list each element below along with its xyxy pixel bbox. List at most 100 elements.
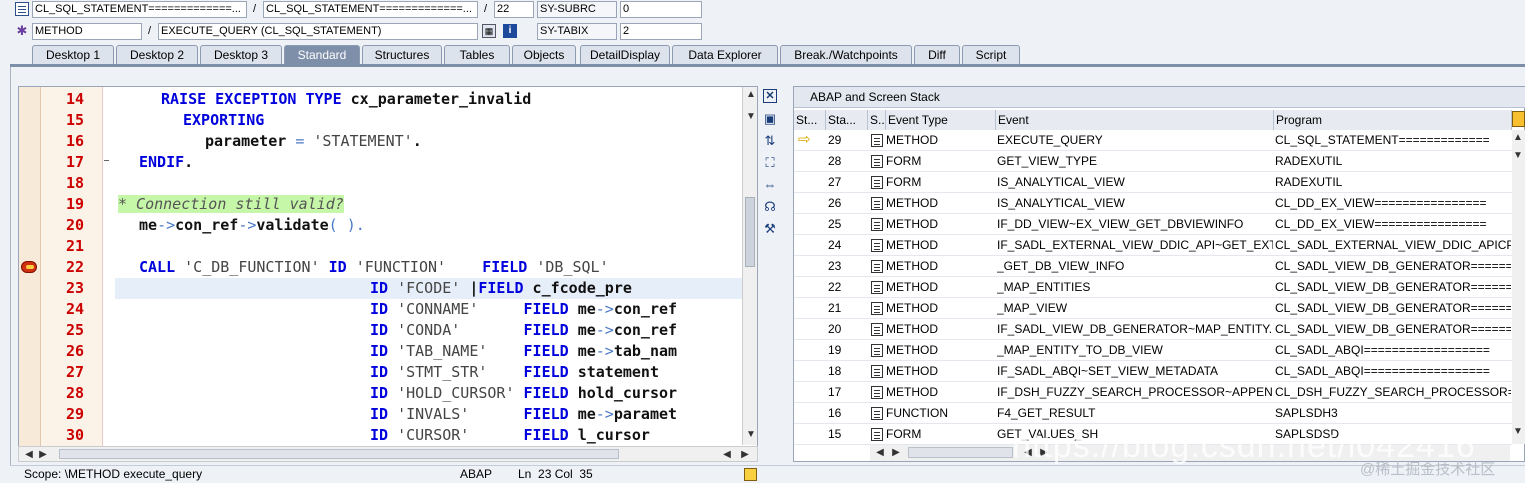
scroll-down-icon[interactable]: ▼ — [743, 427, 759, 443]
scroll-up-icon[interactable]: ▲ — [743, 87, 759, 103]
stack-row[interactable]: 25 METHOD IF_DD_VIEW~EX_VIEW_GET_DBVIEWINF… — [794, 214, 1512, 235]
scroll-left-icon[interactable]: ◀ — [872, 445, 888, 461]
new-window-icon[interactable]: ▣ — [760, 110, 780, 128]
code-line[interactable]: parameter = 'STATEMENT'. — [205, 131, 742, 152]
sy-tabix-value-field[interactable]: 2 — [620, 23, 702, 40]
tab-standard[interactable]: Standard — [284, 45, 360, 65]
scroll-up-icon[interactable]: ▲ — [1510, 130, 1525, 146]
code-line[interactable]: ID 'INVALS' FIELD me->paramet — [370, 404, 742, 425]
stack-vertical-scrollbar[interactable]: ▲ ▼ ▼ — [1512, 130, 1525, 444]
grid-icon[interactable]: ▦ — [482, 24, 496, 38]
tab-structures[interactable]: Structures — [362, 45, 442, 65]
code-line[interactable]: EXPORTING — [183, 110, 742, 131]
source-code-icon[interactable] — [871, 134, 883, 147]
source-code-icon[interactable] — [871, 176, 883, 189]
source-code-icon[interactable] — [871, 239, 883, 252]
column-header[interactable]: Program — [1274, 110, 1512, 130]
breakpoint-icon[interactable] — [21, 261, 37, 273]
stack-row[interactable]: 21 METHOD _MAP_VIEW CL_SADL_VIEW_DB_GENERAT… — [794, 298, 1512, 319]
main-program-field[interactable]: CL_SQL_STATEMENT=============... — [32, 1, 247, 18]
column-header[interactable]: Sta... — [826, 110, 868, 130]
stack-row[interactable]: 23 METHOD _GET_DB_VIEW_INFO CL_SADL_VIEW_DB… — [794, 256, 1512, 277]
code-vertical-scrollbar[interactable]: ▲ ▼ ▼ — [742, 87, 757, 445]
stack-row[interactable]: 16 FUNCTION F4_GET_RESULT SAPLSDH3 — [794, 403, 1512, 424]
column-header[interactable]: St... — [794, 110, 826, 130]
code-horizontal-scrollbar[interactable]: ◀ ▶ ◀ ▶ — [18, 446, 758, 462]
tab-diff[interactable]: Diff — [914, 45, 960, 65]
close-icon[interactable]: ✕ — [763, 89, 777, 103]
maximize-icon[interactable]: ⛶ — [760, 154, 780, 172]
column-header[interactable]: Event Type — [886, 110, 996, 130]
line-number-field[interactable]: 22 — [494, 1, 534, 18]
code-line[interactable]: ID 'STMT_STR' FIELD statement — [370, 362, 742, 383]
resize-icon[interactable]: ⇔ — [760, 176, 780, 194]
stack-row[interactable]: 28 FORM GET_VIEW_TYPE RADEXUTIL — [794, 151, 1512, 172]
source-code-icon[interactable] — [871, 407, 883, 420]
stack-row[interactable]: 18 METHOD IF_SADL_ABQI~SET_VIEW_METADATA CL… — [794, 361, 1512, 382]
stack-row[interactable]: ⇨ 29 METHOD EXECUTE_QUERY CL_SQL_STATEMENT==… — [794, 130, 1512, 151]
tab-break-watchpoints[interactable]: Break./Watchpoints — [780, 45, 912, 65]
fold-marker[interactable] — [104, 160, 109, 161]
tab-desktop-1[interactable]: Desktop 1 — [32, 45, 114, 65]
code-line[interactable]: * Connection still valid? — [118, 194, 742, 215]
source-code-icon[interactable] — [871, 323, 883, 336]
code-line[interactable]: ID 'CURSOR' FIELD l_cursor — [370, 425, 742, 446]
scroll-down-icon[interactable]: ▼ — [1510, 148, 1525, 164]
column-header[interactable]: S... — [868, 110, 886, 130]
source-code-icon[interactable] — [871, 386, 883, 399]
code-line[interactable]: me->con_ref->validate( ). — [139, 215, 742, 236]
sy-subrc-value-field[interactable]: 0 — [620, 1, 702, 18]
code-line[interactable]: ID 'FCODE' |FIELD c_fcode_pre — [370, 278, 742, 299]
scroll-right-icon[interactable]: ▶ — [35, 447, 51, 463]
code-line[interactable]: ID 'TAB_NAME' FIELD me->tab_nam — [370, 341, 742, 362]
source-code-icon[interactable] — [871, 344, 883, 357]
column-header[interactable]: Event — [996, 110, 1274, 130]
headset-icon[interactable]: ☊ — [760, 198, 780, 216]
code-line[interactable]: ENDIF. — [139, 152, 742, 173]
tab-desktop-2[interactable]: Desktop 2 — [116, 45, 198, 65]
scroll-down-icon[interactable]: ▼ — [1510, 424, 1525, 440]
stack-row[interactable]: 22 METHOD _MAP_ENTITIES CL_SADL_VIEW_DB_GEN… — [794, 277, 1512, 298]
source-code-icon[interactable] — [871, 365, 883, 378]
line-number: 20 — [65, 216, 84, 234]
notes-icon[interactable] — [744, 468, 757, 481]
stack-row[interactable]: 26 METHOD IS_ANALYTICAL_VIEW CL_DD_EX_VIEW=… — [794, 193, 1512, 214]
source-code-icon[interactable] — [871, 281, 883, 294]
include-field[interactable]: CL_SQL_STATEMENT=============... — [263, 1, 478, 18]
scroll-thumb[interactable] — [908, 447, 1013, 458]
info-icon[interactable]: i — [503, 24, 517, 38]
stack-row[interactable]: 20 METHOD IF_SADL_VIEW_DB_GENERATOR~MAP_EN… — [794, 319, 1512, 340]
code-line[interactable]: ID 'HOLD_CURSOR' FIELD hold_cursor — [370, 383, 742, 404]
tab-detaildisplay[interactable]: DetailDisplay — [580, 45, 670, 65]
code-line[interactable]: ID 'CONDA' FIELD me->con_ref — [370, 320, 742, 341]
stack-row[interactable]: 17 METHOD IF_DSH_FUZZY_SEARCH_PROCESSOR~AP… — [794, 382, 1512, 403]
source-code-icon[interactable] — [871, 260, 883, 273]
code-line[interactable]: ID 'CONNAME' FIELD me->con_ref — [370, 299, 742, 320]
event-type-field[interactable]: METHOD — [32, 23, 142, 40]
tools-icon[interactable]: ⚒ — [760, 220, 780, 238]
scroll-right-icon[interactable]: ▶ — [737, 447, 753, 463]
scroll-thumb[interactable] — [59, 449, 619, 459]
stack-row[interactable]: 24 METHOD IF_SADL_EXTERNAL_VIEW_DDIC_API~G… — [794, 235, 1512, 256]
stack-row[interactable]: 27 FORM IS_ANALYTICAL_VIEW RADEXUTIL — [794, 172, 1512, 193]
tab-desktop-3[interactable]: Desktop 3 — [200, 45, 282, 65]
swap-icon[interactable]: ⇅ — [760, 132, 780, 150]
scroll-thumb[interactable] — [745, 197, 755, 267]
source-code-icon[interactable] — [871, 428, 883, 441]
source-code-icon[interactable] — [871, 155, 883, 168]
source-code-icon[interactable] — [871, 302, 883, 315]
tab-tables[interactable]: Tables — [444, 45, 510, 65]
code-line[interactable]: CALL 'C_DB_FUNCTION' ID 'FUNCTION' FIELD… — [139, 257, 742, 278]
tab-data-explorer[interactable]: Data Explorer — [672, 45, 778, 65]
scroll-left-icon[interactable]: ◀ — [719, 447, 735, 463]
stack-row[interactable]: 19 METHOD _MAP_ENTITY_TO_DB_VIEW CL_SADL_AB… — [794, 340, 1512, 361]
event-field[interactable]: EXECUTE_QUERY (CL_SQL_STATEMENT) — [158, 23, 478, 40]
tab-script[interactable]: Script — [962, 45, 1020, 65]
tab-objects[interactable]: Objects — [512, 45, 576, 65]
source-code-icon[interactable] — [871, 197, 883, 210]
column-settings-icon[interactable] — [1512, 111, 1525, 127]
source-code-icon[interactable] — [871, 218, 883, 231]
scroll-right-icon[interactable]: ▶ — [888, 445, 904, 461]
scroll-down-icon[interactable]: ▼ — [743, 109, 759, 125]
code-line[interactable]: RAISE EXCEPTION TYPE cx_parameter_invali… — [161, 89, 742, 110]
